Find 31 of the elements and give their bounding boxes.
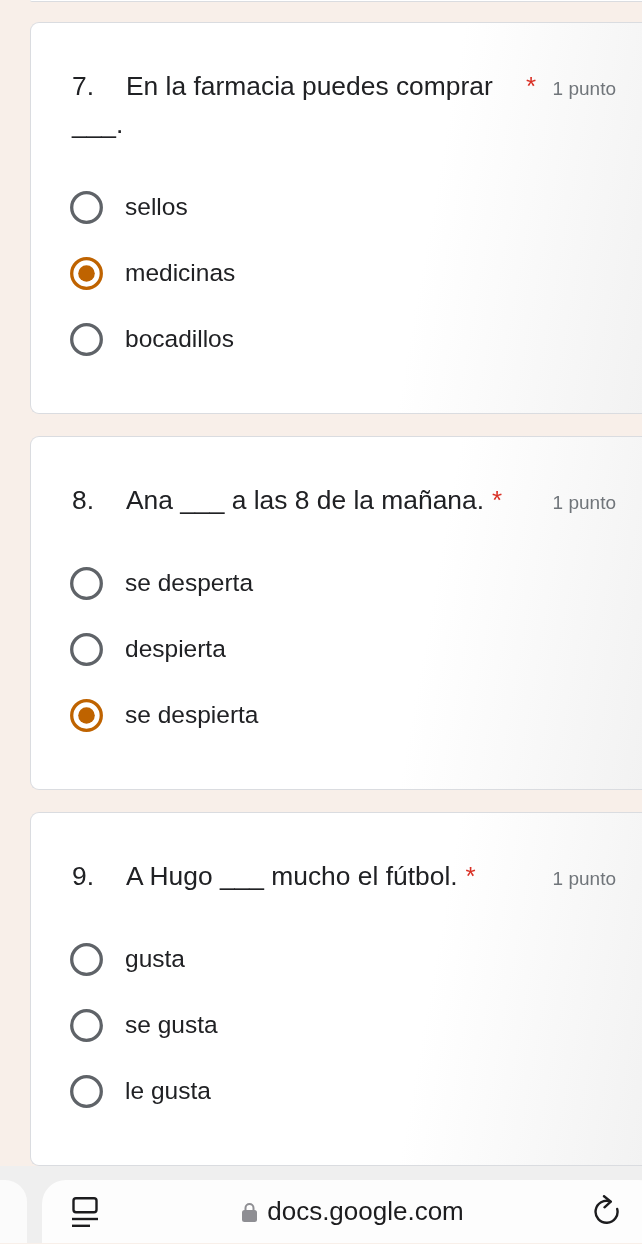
radio-button[interactable]	[70, 566, 103, 600]
option-label: se desperta	[125, 569, 254, 597]
radio-button[interactable]	[70, 698, 103, 732]
url-text: docs.google.com	[267, 1196, 464, 1227]
radio-button[interactable]	[70, 190, 103, 224]
question-title: 7. En la farmacia puedes comprar ___.	[72, 70, 494, 141]
radio-button[interactable]	[70, 322, 103, 356]
points-label: 1 punto	[552, 78, 616, 100]
points-label: 1 punto	[552, 868, 616, 890]
radio-button[interactable]	[70, 632, 103, 666]
option-label: bocadillos	[125, 325, 234, 353]
required-asterisk: *	[526, 71, 537, 102]
radio-button[interactable]	[70, 942, 103, 976]
lock-icon	[242, 1201, 258, 1222]
question-title: 9. A Hugo ___ mucho el fútbol.	[72, 860, 458, 893]
page-menu-icon[interactable]	[72, 1196, 98, 1227]
points-label: 1 punto	[552, 492, 616, 514]
radio-button[interactable]	[70, 1008, 103, 1042]
option-label: despierta	[125, 635, 226, 663]
question-title: 8. Ana ___ a las 8 de la mañana.	[72, 484, 484, 517]
radio-button[interactable]	[70, 1074, 103, 1108]
option-label: se gusta	[125, 1011, 218, 1039]
option-label: se despierta	[125, 701, 259, 729]
radio-button[interactable]	[70, 256, 103, 290]
address-bar[interactable]: docs.google.com	[42, 1180, 642, 1243]
option-label: gusta	[125, 945, 185, 973]
option-label: sellos	[125, 193, 188, 221]
option-label: medicinas	[125, 259, 236, 287]
option-label: le gusta	[125, 1077, 211, 1105]
required-asterisk: *	[492, 485, 503, 516]
required-asterisk: *	[465, 861, 476, 892]
